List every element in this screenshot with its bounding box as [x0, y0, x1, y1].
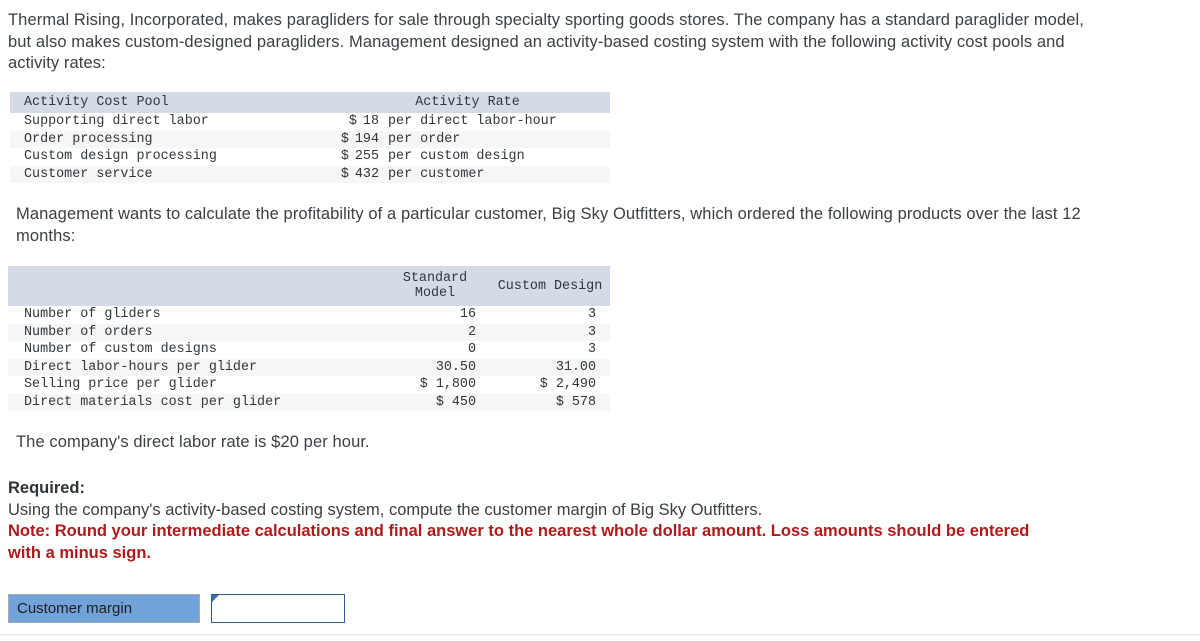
cell-rate-amount: $18	[325, 113, 385, 131]
table-row: Number of gliders 16 3	[8, 306, 610, 324]
cell-custom-value: 31.00	[555, 359, 596, 375]
cell-pool-name: Supporting direct labor	[24, 114, 209, 130]
cell-pool-name: Custom design processing	[24, 149, 217, 165]
cell-standard-value: 30.50	[435, 359, 476, 375]
required-body: Using the company's activity-based costi…	[8, 500, 763, 519]
cell-row-label: Number of custom designs	[24, 342, 217, 358]
answer-row: Customer margin	[8, 594, 345, 623]
table-header-row: Activity Cost Pool Activity Rate	[10, 92, 610, 113]
header-standard-line2: Model	[414, 286, 456, 301]
header-activity-cost-pool: Activity Cost Pool	[10, 92, 325, 113]
management-paragraph: Management wants to calculate the profit…	[16, 205, 1081, 245]
cell-row-label: Number of orders	[24, 324, 153, 340]
cell-custom-value: 3	[587, 307, 596, 323]
table-row: Number of orders 2 3	[8, 323, 610, 341]
required-note-line2: with a minus sign.	[8, 543, 152, 562]
cell-rate-amount: $432	[325, 166, 385, 184]
table-row: Number of custom designs 0 3	[8, 341, 610, 359]
question-page: Thermal Rising, Incorporated, makes para…	[0, 0, 1200, 641]
cell-row-label: Direct materials cost per glider	[24, 394, 282, 410]
currency-symbol: $	[340, 166, 349, 182]
header-blank	[8, 266, 380, 306]
table-row: Direct materials cost per glider $ 450 $…	[8, 393, 610, 411]
cell-standard-value: 0	[467, 342, 476, 358]
cell-custom-value: 3	[587, 342, 596, 358]
table-row: Customer service $432 per customer	[10, 165, 610, 184]
answer-input-wrapper	[211, 594, 345, 623]
required-note-line1: Note: Round your intermediate calculatio…	[8, 522, 1030, 540]
cell-rate-amount: $255	[325, 148, 385, 166]
currency-symbol: $	[340, 149, 349, 165]
cell-pool-name: Customer service	[24, 166, 153, 182]
table-header-row: Standard Model Custom Design	[8, 266, 610, 306]
currency-symbol: $	[348, 114, 357, 130]
cell-row-label: Direct labor-hours per glider	[24, 359, 258, 375]
bottom-divider	[0, 634, 1200, 635]
labor-rate-paragraph: The company's direct labor rate is $20 p…	[16, 433, 370, 451]
activity-cost-pool-body: Supporting direct labor $18 per direct l…	[10, 113, 610, 183]
currency-symbol: $	[340, 131, 349, 147]
cell-row-label: Number of gliders	[24, 307, 161, 323]
required-block: Required: Using the company's activity-b…	[8, 478, 1118, 564]
cell-rate-amount: $194	[325, 131, 385, 149]
table-row: Custom design processing $255 per custom…	[10, 148, 610, 166]
cell-pool-name: Order processing	[24, 131, 153, 147]
table-row: Order processing $194 per order	[10, 130, 610, 149]
cell-rate-unit: per direct labor-hour	[388, 114, 557, 130]
cell-standard-value: 16	[459, 307, 476, 323]
cell-rate-unit: per custom design	[388, 149, 525, 165]
customer-product-table: Standard Model Custom Design Number of gl…	[8, 266, 610, 411]
activity-cost-pool-table: Activity Cost Pool Activity Rate Support…	[10, 92, 610, 183]
header-custom-design: Custom Design	[490, 266, 610, 306]
rate-value: 255	[354, 149, 379, 165]
cell-custom-value: $ 578	[555, 394, 596, 410]
table-row: Supporting direct labor $18 per direct l…	[10, 113, 610, 131]
customer-margin-label: Customer margin	[8, 594, 200, 623]
required-heading: Required:	[8, 479, 86, 497]
cell-rate-unit: per customer	[388, 166, 485, 182]
rate-value: 432	[354, 166, 379, 182]
cell-row-label: Selling price per glider	[24, 377, 217, 393]
cell-custom-value: $ 2,490	[539, 377, 596, 393]
cell-standard-value: $ 1,800	[419, 377, 476, 393]
rate-value: 18	[362, 114, 379, 130]
table-row: Direct labor-hours per glider 30.50 31.0…	[8, 358, 610, 376]
cell-standard-value: $ 450	[435, 394, 476, 410]
cell-standard-value: 2	[467, 324, 476, 340]
cell-custom-value: 3	[587, 324, 596, 340]
intro-paragraph: Thermal Rising, Incorporated, makes para…	[8, 11, 1084, 72]
header-standard-model: Standard Model	[380, 266, 490, 306]
rate-value: 194	[354, 131, 379, 147]
header-standard-line1: Standard	[402, 271, 468, 286]
table-row: Selling price per glider $ 1,800 $ 2,490	[8, 376, 610, 394]
customer-product-body: Number of gliders 16 3 Number of orders …	[8, 306, 610, 411]
header-activity-rate: Activity Rate	[325, 92, 610, 113]
cell-rate-unit: per order	[388, 131, 461, 147]
customer-margin-input[interactable]	[211, 594, 345, 623]
